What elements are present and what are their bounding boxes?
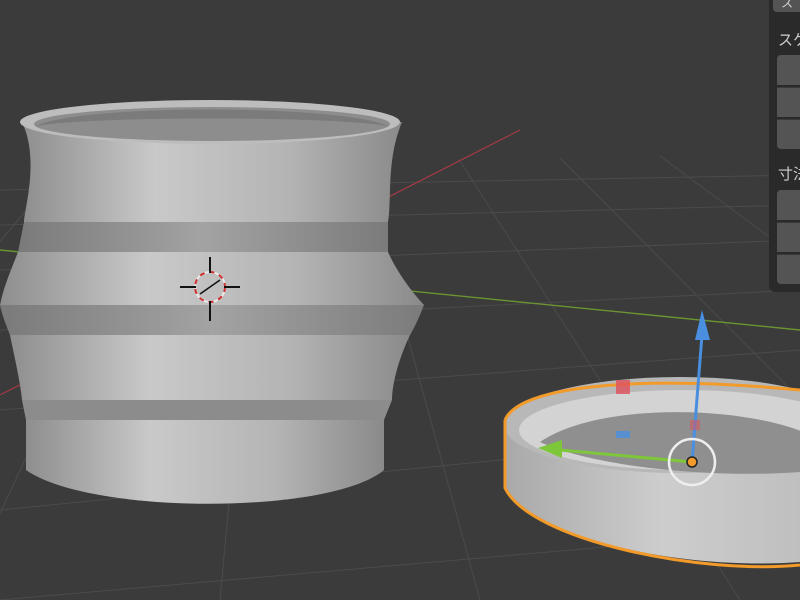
dimensions-z-field[interactable]: [777, 254, 800, 284]
dimensions-y-field[interactable]: [777, 222, 800, 252]
object-origin-icon: [686, 456, 698, 468]
scale-z-field[interactable]: [777, 119, 800, 149]
dimensions-x-field[interactable]: [777, 190, 800, 220]
dish-mesh[interactable]: [503, 377, 800, 569]
dimensions-section-label: 寸法: [778, 165, 800, 183]
sidebar-tab[interactable]: ス: [773, 0, 800, 12]
scale-y-field[interactable]: [777, 87, 800, 117]
3d-viewport[interactable]: [0, 0, 800, 600]
scale-section-label: スケール: [778, 31, 800, 49]
scale-x-field[interactable]: [777, 55, 800, 85]
